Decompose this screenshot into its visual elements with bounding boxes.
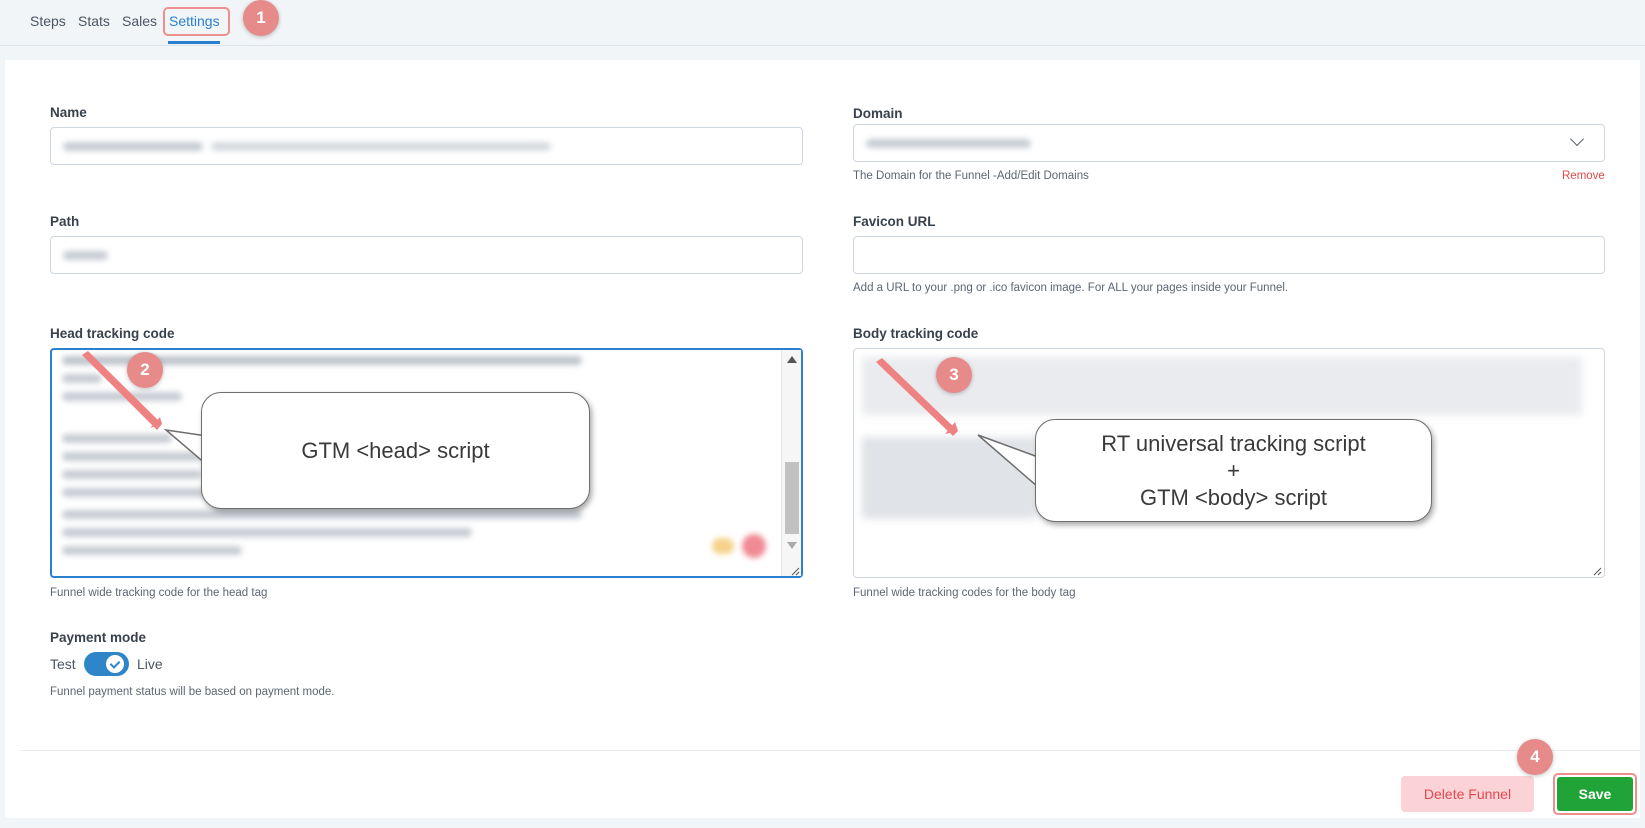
domain-label: Domain — [853, 106, 903, 121]
resize-grip-icon[interactable] — [790, 566, 800, 576]
favicon-help-text: Add a URL to your .png or .ico favicon i… — [853, 282, 1289, 294]
head-code-scrollbar[interactable] — [781, 350, 801, 576]
name-value-redacted-2 — [211, 142, 551, 151]
head-code-help-text: Funnel wide tracking code for the head t… — [50, 587, 268, 599]
tab-steps[interactable]: Steps — [30, 13, 66, 29]
save-button[interactable]: Save — [1557, 777, 1633, 811]
tab-stats[interactable]: Stats — [78, 13, 110, 29]
body-code-help-text: Funnel wide tracking codes for the body … — [853, 587, 1076, 599]
favicon-label: Favicon URL — [853, 214, 936, 229]
payment-mode-live-label: Live — [137, 656, 163, 672]
toggle-knob — [106, 655, 124, 673]
code-line — [62, 434, 172, 443]
code-block-redacted — [862, 357, 1582, 415]
blurred-spot — [712, 538, 734, 554]
code-line — [62, 392, 182, 401]
path-value-redacted — [63, 251, 108, 260]
callout-body-script: RT universal tracking script + GTM <body… — [1035, 419, 1432, 522]
code-line — [62, 528, 472, 537]
code-line — [62, 510, 582, 519]
payment-mode-test-label: Test — [50, 656, 76, 672]
domain-help-text: The Domain for the Funnel -Add/Edit Doma… — [853, 170, 1089, 182]
callout-body-line3: GTM <body> script — [1139, 485, 1328, 510]
check-icon — [109, 658, 121, 669]
path-label: Path — [50, 214, 80, 229]
domain-value-redacted — [866, 139, 1031, 148]
tab-sales[interactable]: Sales — [122, 13, 157, 29]
scroll-down-arrow-icon[interactable] — [787, 542, 797, 549]
scrollbar-thumb[interactable] — [785, 462, 799, 534]
callout-body-line2: + — [1227, 458, 1240, 483]
resize-grip-icon[interactable] — [1592, 566, 1602, 576]
name-value-redacted — [63, 142, 203, 151]
remove-domain-link[interactable]: Remove — [1562, 170, 1605, 182]
delete-funnel-button[interactable]: Delete Funnel — [1401, 776, 1534, 812]
name-input[interactable] — [50, 127, 803, 165]
code-line — [62, 452, 212, 461]
step-badge-3: 3 — [936, 357, 972, 393]
code-line — [62, 546, 242, 555]
callout-body-line1: RT universal tracking script — [1101, 431, 1366, 456]
blurred-spot — [742, 534, 766, 558]
step-badge-1: 1 — [243, 0, 279, 36]
name-label: Name — [50, 105, 87, 120]
scroll-up-arrow-icon[interactable] — [787, 356, 797, 363]
head-code-label: Head tracking code — [50, 326, 175, 341]
code-line — [62, 470, 202, 479]
tab-settings[interactable]: Settings — [169, 13, 220, 29]
code-line — [62, 374, 102, 383]
domain-select[interactable] — [853, 124, 1605, 162]
callout-head-text: GTM <head> script — [301, 438, 490, 463]
body-code-label: Body tracking code — [853, 326, 979, 341]
payment-mode-toggle[interactable] — [84, 652, 129, 676]
payment-mode-help-text: Funnel payment status will be based on p… — [50, 686, 335, 698]
path-input[interactable] — [50, 236, 803, 274]
footer-divider — [20, 750, 1640, 751]
code-block-redacted — [862, 437, 1037, 519]
step-badge-2: 2 — [127, 352, 163, 388]
active-tab-indicator — [168, 41, 220, 44]
payment-mode-label: Payment mode — [50, 630, 147, 645]
favicon-url-input[interactable] — [853, 236, 1605, 274]
step-badge-4: 4 — [1517, 739, 1553, 775]
callout-head-script: GTM <head> script — [201, 392, 590, 509]
